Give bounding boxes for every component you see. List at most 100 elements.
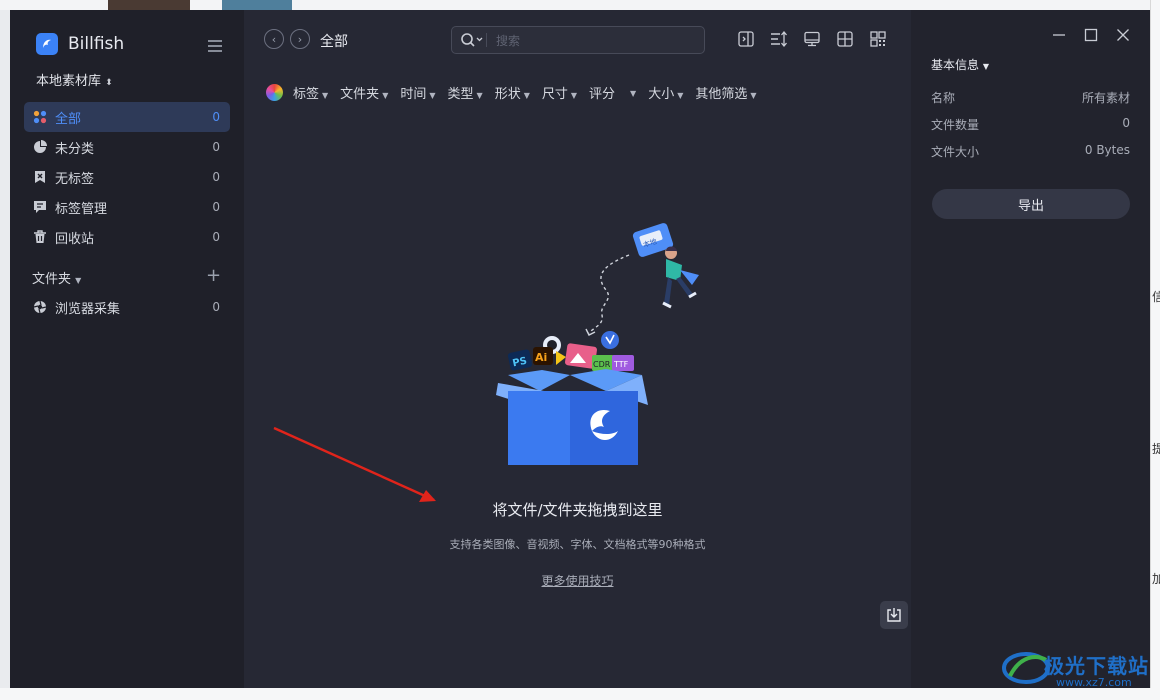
empty-subtitle: 支持各类图像、音视频、字体、文档格式等90种格式 — [449, 538, 706, 551]
window-controls — [1052, 28, 1130, 42]
maximize-icon[interactable] — [1084, 28, 1098, 42]
sidebar-item-uncategorized[interactable]: 未分类 0 — [24, 132, 230, 162]
filter-label: 评分 — [589, 87, 616, 102]
toggle-panel-icon[interactable] — [736, 29, 756, 49]
info-section-header[interactable]: 基本信息 ▼ — [931, 56, 989, 73]
filter-label: 类型 — [447, 87, 474, 102]
folder-header-label: 文件夹 — [32, 272, 72, 287]
import-button[interactable] — [880, 601, 908, 629]
sidebar-nav: 全部 0 未分类 0 无标签 0 标签管理 0 回收站 0 — [24, 102, 230, 252]
folder-list: 浏览器采集 0 — [24, 292, 230, 322]
info-label: 名称 — [931, 91, 956, 105]
desktop-text: 提 — [1152, 442, 1160, 456]
desktop-text: 信 — [1152, 290, 1160, 304]
caret-down-icon: ▼ — [476, 91, 483, 100]
filter-type[interactable]: 类型 ▼ — [448, 83, 483, 102]
more-tips-link[interactable]: 更多使用技巧 — [244, 572, 911, 589]
search-icon[interactable] — [460, 32, 484, 48]
untagged-icon — [32, 169, 48, 185]
divider — [486, 33, 487, 47]
info-row-file-size: 文件大小 0 Bytes — [931, 143, 1130, 160]
sort-settings-icon[interactable] — [769, 29, 789, 49]
watermark-text: 极光下载站 — [1044, 654, 1149, 678]
caret-down-icon: ▼ — [570, 91, 578, 100]
add-folder-icon[interactable]: + — [206, 267, 221, 285]
info-header-label: 基本信息 — [931, 58, 980, 72]
qr-grid-icon[interactable] — [868, 29, 888, 49]
filter-time[interactable]: 时间 ▼ — [400, 83, 435, 102]
sidebar-item-count: 0 — [212, 110, 220, 124]
menu-icon[interactable] — [208, 37, 222, 52]
empty-state-illustration: 本地 PS Ai CDR TTF — [496, 223, 699, 465]
caret-down-icon: ▼ — [630, 89, 637, 98]
filter-label: 大小 — [648, 87, 675, 102]
sort-arrows-icon: ⬍ — [105, 78, 113, 88]
info-value: 0 Bytes — [1084, 143, 1130, 157]
tag-manage-icon — [32, 199, 48, 215]
monitor-icon[interactable] — [802, 29, 822, 49]
pie-icon — [32, 139, 48, 155]
sidebar-item-all[interactable]: 全部 0 — [24, 102, 230, 132]
filter-shape[interactable]: 形状 ▼ — [495, 83, 530, 102]
sidebar-item-untagged[interactable]: 无标签 0 — [24, 162, 230, 192]
info-row-file-count: 文件数量 0 — [931, 116, 1130, 133]
library-selector[interactable]: 本地素材库 ⬍ — [36, 70, 113, 89]
export-button[interactable]: 导出 — [932, 189, 1130, 219]
folder-item-browser-collection[interactable]: 浏览器采集 0 — [24, 292, 230, 322]
filter-size[interactable]: 尺寸 ▼ — [542, 83, 577, 102]
app-name: Billfish — [68, 34, 125, 54]
more-tips-label: 更多使用技巧 — [541, 574, 614, 588]
flying-person-icon: 本地 — [632, 223, 699, 309]
filter-bar: 标签 ▼ 文件夹 ▼ 时间 ▼ 类型 ▼ 形状 ▼ 尺寸 ▼ 评分 ▼ 大小 ▼ 其他筛选 ▼ — [266, 83, 769, 102]
folder-item-count: 0 — [212, 300, 220, 314]
chevron-left-icon: ‹ — [271, 32, 277, 46]
layout-grid-icon[interactable] — [835, 29, 855, 49]
color-filter-icon[interactable] — [266, 84, 283, 101]
view-toolbar — [736, 29, 888, 49]
folder-item-label: 浏览器采集 — [55, 301, 121, 317]
desktop-bottom-strip — [0, 688, 1160, 700]
info-value: 0 — [1122, 116, 1130, 130]
billfish-window: Billfish 本地素材库 ⬍ 全部 0 未分类 0 无标签 0 标签管理 0… — [10, 10, 1150, 688]
sidebar-item-label: 全部 — [55, 111, 82, 127]
caret-down-icon: ▼ — [322, 91, 329, 100]
filter-tags[interactable]: 标签 ▼ — [293, 83, 328, 102]
filter-label: 标签 — [293, 87, 320, 102]
minimize-icon[interactable] — [1052, 28, 1066, 42]
info-value: 所有素材 — [1081, 91, 1130, 105]
sidebar-item-label: 未分类 — [55, 141, 95, 157]
filter-rating[interactable]: 评分 — [589, 83, 615, 102]
filter-label: 时间 — [400, 87, 427, 102]
sidebar-item-label: 标签管理 — [55, 201, 108, 217]
search-box — [451, 26, 705, 54]
brand: Billfish — [36, 32, 124, 56]
filter-folder[interactable]: 文件夹 ▼ — [340, 83, 388, 102]
filter-other[interactable]: 其他筛选 ▼ — [695, 83, 756, 102]
sidebar-item-trash[interactable]: 回收站 0 — [24, 222, 230, 252]
caret-down-icon: ▼ — [429, 91, 436, 100]
close-icon[interactable] — [1116, 28, 1130, 42]
folder-section-header[interactable]: 文件夹 ▼ — [32, 268, 81, 287]
sidebar-item-count: 0 — [212, 170, 220, 184]
desktop-text: 加 — [1152, 572, 1160, 586]
trash-icon — [32, 229, 48, 245]
filter-rating-dropdown[interactable]: ▼ — [627, 85, 636, 100]
caret-down-icon: ▼ — [677, 91, 684, 100]
breadcrumb: 全部 — [320, 34, 348, 50]
ttf-badge: TTF — [613, 360, 629, 369]
filter-label: 文件夹 — [340, 87, 380, 102]
filter-label: 其他筛选 — [695, 87, 748, 102]
search-input[interactable] — [494, 30, 698, 52]
desktop-thumbnail — [222, 0, 292, 10]
desktop-right-strip: 信 提 加 — [1150, 0, 1160, 700]
caret-down-icon: ▼ — [523, 91, 530, 100]
watermark-url: www.xz7.com — [1056, 676, 1132, 689]
forward-button[interactable]: › — [290, 29, 310, 49]
filter-file-size[interactable]: 大小 ▼ — [648, 83, 683, 102]
ai-badge: Ai — [535, 351, 547, 364]
sidebar-item-count: 0 — [212, 230, 220, 244]
back-button[interactable]: ‹ — [264, 29, 284, 49]
sidebar-item-tag-management[interactable]: 标签管理 0 — [24, 192, 230, 222]
grid-dots-icon — [32, 109, 48, 125]
import-icon — [887, 608, 901, 622]
